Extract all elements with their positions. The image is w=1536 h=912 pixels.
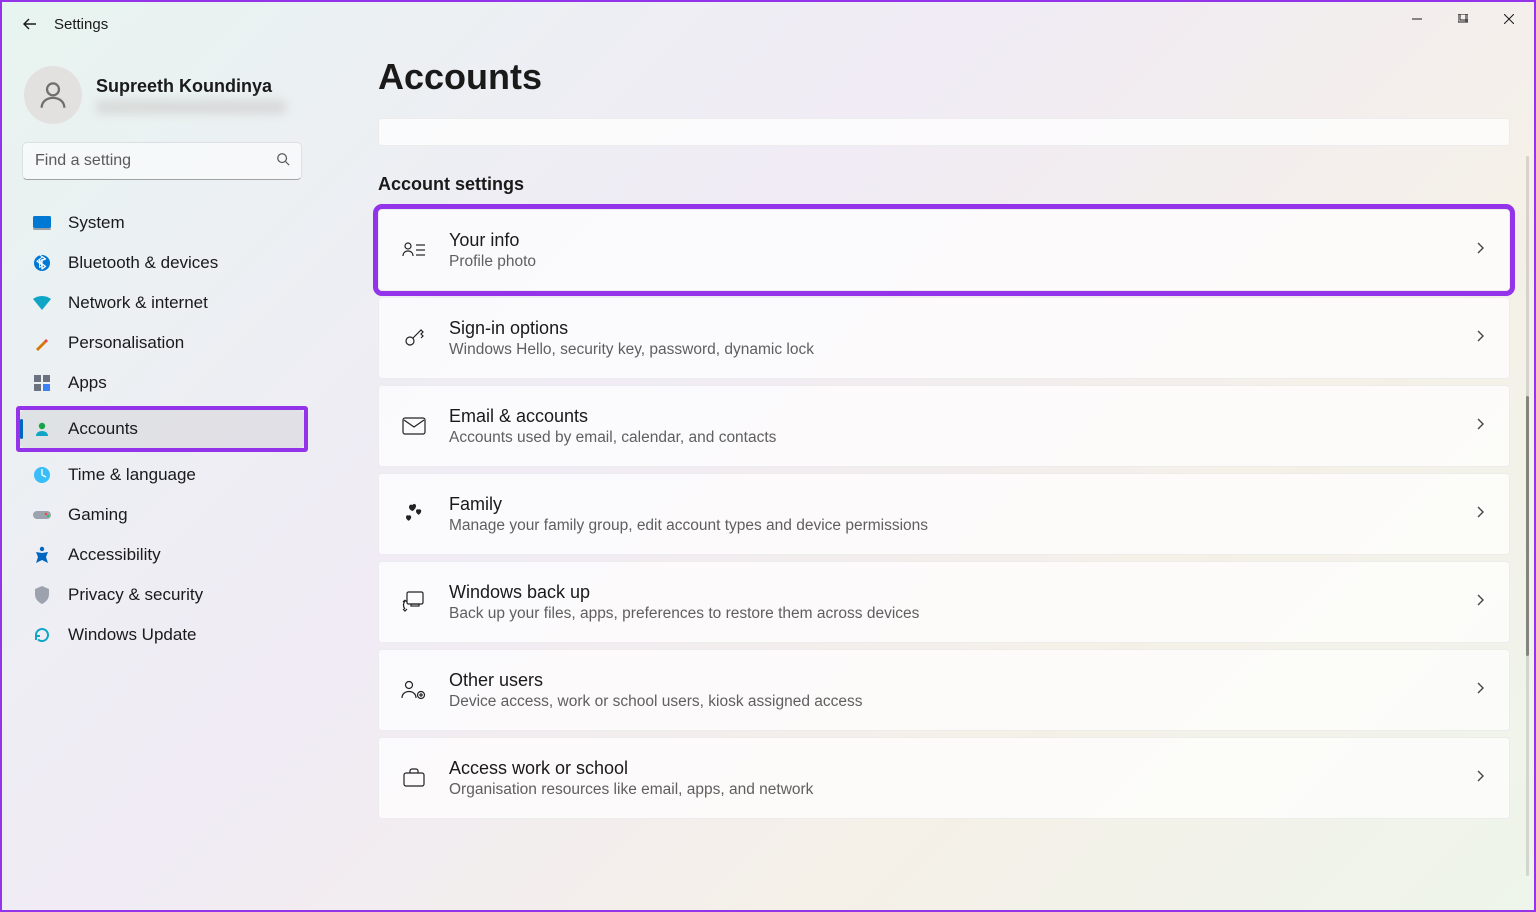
sidebar-item-time-language[interactable]: Time & language [20, 456, 304, 494]
shield-icon [32, 585, 52, 605]
card-title: Sign-in options [449, 318, 814, 339]
family-icon [401, 501, 427, 527]
card-windows-backup[interactable]: Windows back up Back up your files, apps… [378, 561, 1510, 643]
section-title: Account settings [378, 174, 1510, 195]
sidebar-item-label: Time & language [68, 465, 196, 485]
sidebar-item-label: Gaming [68, 505, 128, 525]
card-sign-in-options[interactable]: Sign-in options Windows Hello, security … [378, 297, 1510, 379]
chevron-right-icon [1473, 329, 1487, 348]
sidebar-item-label: Accessibility [68, 545, 161, 565]
card-access-work-school[interactable]: Access work or school Organisation resou… [378, 737, 1510, 819]
sidebar-item-system[interactable]: System [20, 204, 304, 242]
sidebar-item-label: Bluetooth & devices [68, 253, 218, 273]
card-text: Sign-in options Windows Hello, security … [449, 318, 814, 359]
update-icon [32, 625, 52, 645]
card-your-info[interactable]: Your info Profile photo [378, 209, 1510, 291]
briefcase-icon [401, 765, 427, 791]
chevron-right-icon [1473, 681, 1487, 700]
page-title: Accounts [378, 56, 1510, 98]
card-subtitle: Manage your family group, edit account t… [449, 517, 928, 535]
banner-card [378, 118, 1510, 146]
close-button[interactable] [1486, 4, 1532, 34]
system-icon [32, 213, 52, 233]
backup-icon [401, 589, 427, 615]
card-subtitle: Profile photo [449, 253, 536, 271]
card-subtitle: Back up your files, apps, preferences to… [449, 605, 919, 623]
card-title: Access work or school [449, 758, 813, 779]
clock-globe-icon [32, 465, 52, 485]
maximize-button[interactable] [1440, 4, 1486, 34]
card-text: Email & accounts Accounts used by email,… [449, 406, 776, 447]
card-text: Other users Device access, work or schoo… [449, 670, 863, 711]
wifi-icon [32, 293, 52, 313]
scrollbar[interactable] [1526, 156, 1529, 876]
sidebar-item-personalisation[interactable]: Personalisation [20, 324, 304, 362]
accounts-annotation-highlight: Accounts [16, 406, 308, 452]
sidebar-item-bluetooth[interactable]: Bluetooth & devices [20, 244, 304, 282]
chevron-right-icon [1473, 505, 1487, 524]
sidebar-item-label: Network & internet [68, 293, 208, 313]
card-text: Family Manage your family group, edit ac… [449, 494, 928, 535]
sidebar-item-label: Privacy & security [68, 585, 203, 605]
card-subtitle: Device access, work or school users, kio… [449, 693, 863, 711]
card-title: Other users [449, 670, 863, 691]
paintbrush-icon [32, 333, 52, 353]
sidebar-item-label: Personalisation [68, 333, 184, 353]
card-title: Email & accounts [449, 406, 776, 427]
your-info-icon [401, 237, 427, 263]
user-text: Supreeth Koundinya [96, 76, 286, 114]
chevron-right-icon [1473, 417, 1487, 436]
bluetooth-icon [32, 253, 52, 273]
card-title: Your info [449, 230, 536, 251]
card-email-accounts[interactable]: Email & accounts Accounts used by email,… [378, 385, 1510, 467]
sidebar-item-windows-update[interactable]: Windows Update [20, 616, 304, 654]
back-button[interactable] [18, 12, 42, 36]
chevron-right-icon [1473, 241, 1487, 260]
other-users-icon [401, 677, 427, 703]
search-input[interactable] [22, 142, 302, 180]
search-wrap [20, 142, 304, 180]
card-family[interactable]: Family Manage your family group, edit ac… [378, 473, 1510, 555]
card-text: Your info Profile photo [449, 230, 536, 271]
card-text: Access work or school Organisation resou… [449, 758, 813, 799]
card-subtitle: Windows Hello, security key, password, d… [449, 341, 814, 359]
accessibility-icon [32, 545, 52, 565]
user-name: Supreeth Koundinya [96, 76, 286, 97]
sidebar-item-privacy[interactable]: Privacy & security [20, 576, 304, 614]
sidebar-item-label: Accounts [68, 419, 138, 439]
mail-icon [401, 413, 427, 439]
content: Accounts Account settings Your info Prof… [322, 46, 1534, 910]
sidebar: Supreeth Koundinya System Bluetooth & de… [2, 46, 322, 910]
sidebar-item-apps[interactable]: Apps [20, 364, 304, 402]
gamepad-icon [32, 505, 52, 525]
key-icon [401, 325, 427, 351]
card-subtitle: Accounts used by email, calendar, and co… [449, 429, 776, 447]
sidebar-item-accounts[interactable]: Accounts [20, 410, 304, 448]
user-email-redacted [96, 100, 286, 114]
card-title: Family [449, 494, 928, 515]
user-block[interactable]: Supreeth Koundinya [20, 60, 304, 142]
sidebar-item-label: Apps [68, 373, 107, 393]
card-title: Windows back up [449, 582, 919, 603]
scrollbar-thumb[interactable] [1526, 396, 1529, 656]
sidebar-item-accessibility[interactable]: Accessibility [20, 536, 304, 574]
window-title: Settings [54, 16, 108, 33]
window-controls [1394, 4, 1532, 34]
minimize-button[interactable] [1394, 4, 1440, 34]
titlebar: Settings [2, 2, 1534, 46]
sidebar-item-label: System [68, 213, 125, 233]
sidebar-item-label: Windows Update [68, 625, 197, 645]
person-icon [32, 419, 52, 439]
chevron-right-icon [1473, 593, 1487, 612]
sidebar-item-network[interactable]: Network & internet [20, 284, 304, 322]
card-subtitle: Organisation resources like email, apps,… [449, 781, 813, 799]
sidebar-item-gaming[interactable]: Gaming [20, 496, 304, 534]
apps-icon [32, 373, 52, 393]
avatar [24, 66, 82, 124]
sidebar-nav: System Bluetooth & devices Network & int… [20, 204, 304, 654]
card-other-users[interactable]: Other users Device access, work or schoo… [378, 649, 1510, 731]
chevron-right-icon [1473, 769, 1487, 788]
card-text: Windows back up Back up your files, apps… [449, 582, 919, 623]
